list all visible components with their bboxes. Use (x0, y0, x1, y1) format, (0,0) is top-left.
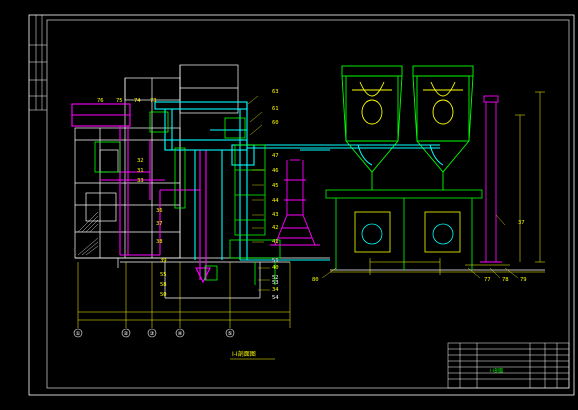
callout-41: 41 (272, 239, 279, 245)
callout-40: 40 (272, 265, 279, 271)
floor-lines (75, 257, 545, 299)
view-title: Ⅰ-Ⅰ剖面图 (232, 350, 256, 358)
cyan-ducts (154, 101, 330, 261)
callout-63: 63 (272, 89, 279, 95)
callout-54: 54 (272, 295, 279, 301)
callout-76: 76 (97, 98, 104, 104)
callout-32: 32 (137, 158, 144, 164)
callout-31: 31 (137, 168, 144, 174)
title-block-section-label: Ⅰ-Ⅰ剖面 (490, 367, 504, 374)
chimney (480, 95, 502, 263)
callout-53: 53 (272, 280, 279, 286)
callout-55: 55 (160, 272, 167, 278)
callout-34: 34 (272, 287, 279, 293)
callout-46: 46 (272, 168, 279, 174)
bag-house-support (325, 189, 483, 270)
callout-51: 51 (272, 258, 279, 264)
dimensions (330, 91, 545, 275)
callout-60: 60 (272, 120, 279, 126)
callout-43: 43 (272, 212, 279, 218)
callout-79: 79 (520, 277, 527, 283)
callout-37: 37 (156, 221, 163, 227)
axis-label-5: ⑤ (228, 330, 233, 337)
main-building (74, 64, 239, 259)
callout-61: 61 (272, 106, 279, 112)
callout-74: 74 (134, 98, 141, 104)
cad-drawing-canvas: ① ② ③ ④ ⑤ 76 75 74 73 63 61 60 47 46 45 … (28, 14, 575, 396)
callout-39: 39 (160, 258, 167, 264)
axis-label-3: ③ (150, 330, 155, 337)
title-block (447, 342, 570, 389)
stair-hatch (77, 211, 99, 256)
axis-label-4: ④ (178, 330, 183, 337)
callout-37-side: 37 (518, 220, 525, 226)
binding-strip (29, 15, 47, 111)
callout-33: 33 (137, 178, 144, 184)
axis-label-1: ① (76, 330, 81, 337)
callout-36: 36 (156, 208, 163, 214)
callout-73: 73 (150, 98, 157, 104)
bag-house-1 (341, 65, 403, 190)
axis-dimension-chain (77, 262, 291, 328)
callout-80: 80 (312, 277, 319, 283)
callout-42: 42 (272, 225, 279, 231)
callout-78: 78 (502, 277, 509, 283)
axis-label-2: ② (124, 330, 129, 337)
callout-50: 50 (160, 292, 167, 298)
callout-45: 45 (272, 183, 279, 189)
callout-47: 47 (272, 153, 279, 159)
middle-equipment (94, 111, 281, 285)
callout-77: 77 (484, 277, 491, 283)
bag-house-2 (412, 65, 474, 190)
callout-44: 44 (272, 198, 279, 204)
callout-75: 75 (116, 98, 123, 104)
callout-38: 38 (156, 239, 163, 245)
callout-58: 58 (160, 282, 167, 288)
leader-lines (247, 95, 519, 291)
